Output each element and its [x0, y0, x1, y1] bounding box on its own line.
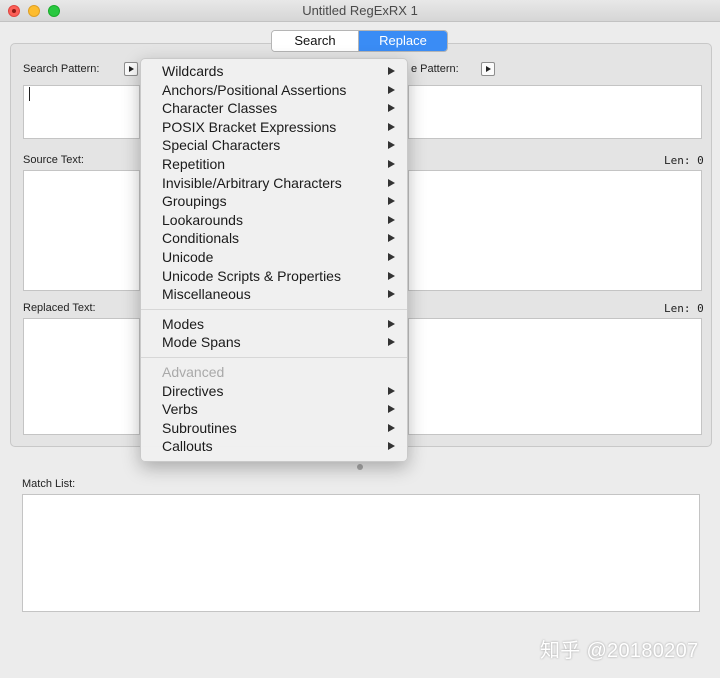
- menu-item-character-classes[interactable]: Character Classes: [141, 99, 407, 118]
- menu-item-repetition[interactable]: Repetition: [141, 155, 407, 174]
- menu-item-anchors[interactable]: Anchors/Positional Assertions: [141, 81, 407, 100]
- title-bar: Untitled RegExRX 1: [0, 0, 720, 22]
- replaced-length: Len: 0: [664, 302, 704, 315]
- replaced-text-area-right: [408, 318, 702, 435]
- submenu-arrow-icon: [388, 104, 395, 113]
- menu-separator: [141, 308, 407, 310]
- submenu-arrow-icon: [388, 338, 395, 347]
- menu-item-mode-spans[interactable]: Mode Spans: [141, 333, 407, 352]
- window-title: Untitled RegExRX 1: [302, 3, 418, 18]
- menu-item-modes[interactable]: Modes: [141, 315, 407, 334]
- menu-item-invisible-characters[interactable]: Invisible/Arbitrary Characters: [141, 174, 407, 193]
- menu-item-miscellaneous[interactable]: Miscellaneous: [141, 285, 407, 304]
- submenu-arrow-icon: [388, 215, 395, 224]
- menu-item-subroutines[interactable]: Subroutines: [141, 419, 407, 438]
- submenu-arrow-icon: [388, 122, 395, 131]
- menu-item-directives[interactable]: Directives: [141, 382, 407, 401]
- submenu-arrow-icon: [388, 85, 395, 94]
- submenu-arrow-icon: [388, 178, 395, 187]
- search-pattern-menu-button[interactable]: [124, 62, 138, 76]
- match-list[interactable]: [22, 494, 700, 612]
- submenu-arrow-icon: [388, 67, 395, 75]
- menu-item-unicode-scripts[interactable]: Unicode Scripts & Properties: [141, 267, 407, 286]
- menu-item-wildcards[interactable]: Wildcards: [141, 62, 407, 81]
- submenu-arrow-icon: [388, 319, 395, 328]
- submenu-arrow-icon: [388, 234, 395, 243]
- tab-replace[interactable]: Replace: [359, 31, 447, 51]
- submenu-arrow-icon: [388, 159, 395, 168]
- replace-pattern-label: e Pattern:: [411, 63, 459, 75]
- match-list-label: Match List:: [22, 478, 76, 490]
- menu-item-posix-bracket[interactable]: POSIX Bracket Expressions: [141, 118, 407, 137]
- watermark: 知乎 @20180207: [540, 640, 699, 662]
- menu-item-groupings[interactable]: Groupings: [141, 192, 407, 211]
- menu-item-unicode[interactable]: Unicode: [141, 248, 407, 267]
- replace-pattern-menu-button[interactable]: [481, 62, 495, 76]
- replace-pattern-input[interactable]: [408, 85, 702, 139]
- submenu-arrow-icon: [388, 252, 395, 261]
- replaced-text-area: [23, 318, 140, 435]
- menu-header-advanced: Advanced: [162, 363, 225, 380]
- search-pattern-input[interactable]: [23, 85, 140, 139]
- source-text-label: Source Text:: [23, 154, 84, 166]
- tab-search[interactable]: Search: [272, 31, 359, 51]
- search-pattern-label: Search Pattern:: [23, 63, 100, 75]
- submenu-arrow-icon: [388, 405, 395, 414]
- source-length: Len: 0: [664, 154, 704, 167]
- submenu-arrow-icon: [388, 290, 395, 299]
- menu-separator: [141, 356, 407, 358]
- replaced-text-label: Replaced Text:: [23, 302, 96, 314]
- menu-item-verbs[interactable]: Verbs: [141, 400, 407, 419]
- splitter-handle[interactable]: [357, 464, 363, 470]
- text-caret: [29, 87, 30, 101]
- regex-insert-menu: Wildcards Anchors/Positional Assertions …: [140, 58, 408, 462]
- source-text-area[interactable]: [23, 170, 140, 291]
- menu-item-conditionals[interactable]: Conditionals: [141, 229, 407, 248]
- mode-segmented-control: Search Replace: [271, 30, 448, 52]
- submenu-arrow-icon: [388, 141, 395, 150]
- menu-item-callouts[interactable]: Callouts: [141, 437, 407, 456]
- source-text-area-right[interactable]: [408, 170, 702, 291]
- submenu-arrow-icon: [388, 271, 395, 280]
- submenu-arrow-icon: [388, 386, 395, 395]
- menu-item-special-characters[interactable]: Special Characters: [141, 136, 407, 155]
- submenu-arrow-icon: [388, 423, 395, 432]
- menu-item-lookarounds[interactable]: Lookarounds: [141, 211, 407, 230]
- submenu-arrow-icon: [388, 442, 395, 451]
- submenu-arrow-icon: [388, 197, 395, 206]
